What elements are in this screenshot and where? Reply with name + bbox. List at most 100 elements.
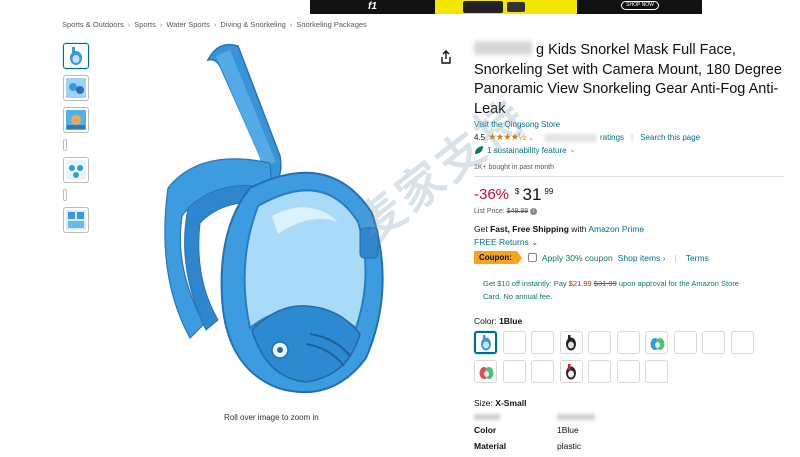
- sustainability-label: 1 sustainability feature: [487, 145, 567, 155]
- color-label-text: Color:: [474, 316, 497, 326]
- ratings-count-blurred[interactable]: [545, 133, 597, 142]
- coupon-apply-label[interactable]: Apply 30% coupon: [542, 253, 613, 263]
- shipping-prefix: Get: [474, 224, 491, 234]
- breadcrumb: Sports & Outdoors › Sports › Water Sport…: [62, 20, 367, 29]
- terms-link[interactable]: Terms: [686, 253, 709, 263]
- attribute-value: 1Blue: [557, 425, 579, 435]
- sustainability-feature[interactable]: 1 sustainability feature ⌄: [474, 145, 575, 155]
- size-label-text: Size:: [474, 398, 493, 408]
- color-swatch[interactable]: [502, 360, 526, 383]
- coupon-checkbox[interactable]: [527, 253, 537, 262]
- price-whole: 31: [522, 185, 542, 204]
- shop-items-link[interactable]: Shop items ›: [618, 253, 666, 263]
- breadcrumb-item[interactable]: Sports & Outdoors: [62, 20, 124, 29]
- product-attributes: Color 1Blue Material plastic: [474, 414, 595, 454]
- attribute-row: Color 1Blue: [474, 422, 595, 438]
- brand-blurred: [474, 41, 532, 55]
- breadcrumb-separator: ›: [127, 20, 131, 29]
- color-swatch[interactable]: [616, 360, 640, 383]
- color-swatch[interactable]: [673, 331, 697, 354]
- main-product-image[interactable]: [160, 38, 420, 410]
- breadcrumb-item[interactable]: Snorkeling Packages: [296, 20, 366, 29]
- price-row: -36% $ 31 99: [474, 186, 553, 204]
- ratings-suffix[interactable]: ratings: [600, 133, 624, 142]
- thumbnail-4[interactable]: [63, 157, 89, 183]
- color-swatch[interactable]: [730, 331, 754, 354]
- color-swatch-multicolor[interactable]: [474, 360, 497, 383]
- product-title: g Kids Snorkel Mask Full Face, Snorkelin…: [474, 41, 784, 119]
- free-returns-link[interactable]: FREE Returns ⌄: [474, 237, 538, 248]
- ad-banner[interactable]: f1 SHOP NOW: [310, 0, 702, 14]
- promo-pay-amount: $21.99: [568, 279, 592, 288]
- color-swatch[interactable]: [531, 360, 554, 383]
- attribute-row-brand-blurred: [474, 414, 595, 420]
- breadcrumb-separator: ›: [213, 20, 217, 29]
- breadcrumb-item[interactable]: Diving & Snorkeling: [220, 20, 285, 29]
- list-price-label: List Price:: [474, 208, 505, 215]
- thumbnail-2[interactable]: [63, 75, 89, 101]
- attribute-row: Material plastic: [474, 438, 595, 454]
- bought-count: 1K+ bought in past month: [474, 164, 554, 171]
- list-price-value: $49.99: [506, 208, 529, 215]
- breadcrumb-separator: ›: [159, 20, 163, 29]
- color-swatch[interactable]: [588, 331, 611, 354]
- divider: |: [631, 133, 634, 142]
- discount-percent: -36%: [474, 186, 510, 203]
- info-icon[interactable]: i: [530, 208, 538, 215]
- thumbnail-video[interactable]: [63, 139, 67, 151]
- shop-now-button[interactable]: SHOP NOW: [621, 1, 659, 10]
- color-swatch-black[interactable]: [559, 331, 583, 354]
- color-swatch[interactable]: [645, 360, 668, 383]
- chevron-down-icon: ⌄: [569, 147, 576, 154]
- shipping-middle: with: [568, 224, 589, 234]
- color-swatch-bluegreen[interactable]: [645, 331, 668, 354]
- thumbnail-video-2[interactable]: [63, 189, 67, 201]
- thumbnail-5[interactable]: [63, 207, 89, 233]
- store-link[interactable]: Visit the Qingsong Store: [474, 120, 560, 129]
- share-icon[interactable]: [440, 50, 452, 64]
- breadcrumb-item[interactable]: Water Sports: [166, 20, 209, 29]
- banner-product-image: [435, 0, 577, 14]
- shipping-bold: Fast, Free Shipping: [490, 224, 569, 234]
- promo-line-1: Get $10 off instantly: Pay $21.99 $31.99…: [483, 277, 777, 290]
- rating-row: 4.5 ★★★★½ ⌄ ratings | Search this page: [474, 132, 700, 143]
- color-swatch[interactable]: [702, 331, 725, 354]
- banner-brand: f1: [310, 0, 435, 14]
- promo-line-2: Card. No annual fee.: [483, 292, 553, 301]
- thumbnail-main[interactable]: [63, 43, 89, 69]
- coupon-badge: Coupon:: [474, 251, 522, 265]
- amazon-prime-link[interactable]: Amazon Prime: [588, 224, 644, 234]
- promo-strike-price: $31.99: [593, 279, 617, 288]
- attribute-key: Color: [474, 425, 497, 435]
- breadcrumb-item[interactable]: Sports: [134, 20, 156, 29]
- color-swatch[interactable]: [616, 331, 640, 354]
- attribute-value: plastic: [557, 441, 582, 451]
- color-swatch[interactable]: [531, 331, 554, 354]
- thumbnail-3[interactable]: [63, 107, 89, 133]
- color-swatch[interactable]: [502, 331, 526, 354]
- rating-chevron-icon[interactable]: ⌄: [528, 134, 534, 142]
- promo-suffix: upon approval for the Amazon Store: [616, 279, 739, 288]
- zoom-hint: Roll over image to zoom in: [224, 413, 319, 422]
- price-symbol: $: [515, 187, 520, 196]
- star-rating-icon[interactable]: ★★★★½: [488, 132, 526, 143]
- size-label: Size: X-Small: [474, 398, 526, 408]
- color-swatch[interactable]: [588, 360, 611, 383]
- color-swatch-red-black[interactable]: [559, 360, 583, 383]
- shipping-info: Get Fast, Free Shipping with Amazon Prim…: [474, 224, 644, 234]
- color-swatch-grid: [474, 331, 774, 383]
- divider-line: [474, 176, 784, 177]
- promo-prefix: Get $10 off instantly: Pay: [483, 279, 569, 288]
- leaf-icon: [475, 146, 483, 154]
- store-card-promo: Get $10 off instantly: Pay $21.99 $31.99…: [474, 270, 786, 306]
- breadcrumb-separator: ›: [289, 20, 293, 29]
- attribute-key: Material: [474, 441, 507, 451]
- color-label: Color: 1Blue: [474, 316, 522, 326]
- banner-cta-area: SHOP NOW: [577, 0, 702, 14]
- search-this-page-link[interactable]: Search this page: [640, 133, 700, 142]
- size-selected-value: X-Small: [495, 398, 527, 408]
- divider: |: [674, 252, 677, 263]
- color-selected-value: 1Blue: [499, 316, 523, 326]
- color-swatch-blue[interactable]: [474, 331, 497, 354]
- price-fraction: 99: [544, 187, 554, 196]
